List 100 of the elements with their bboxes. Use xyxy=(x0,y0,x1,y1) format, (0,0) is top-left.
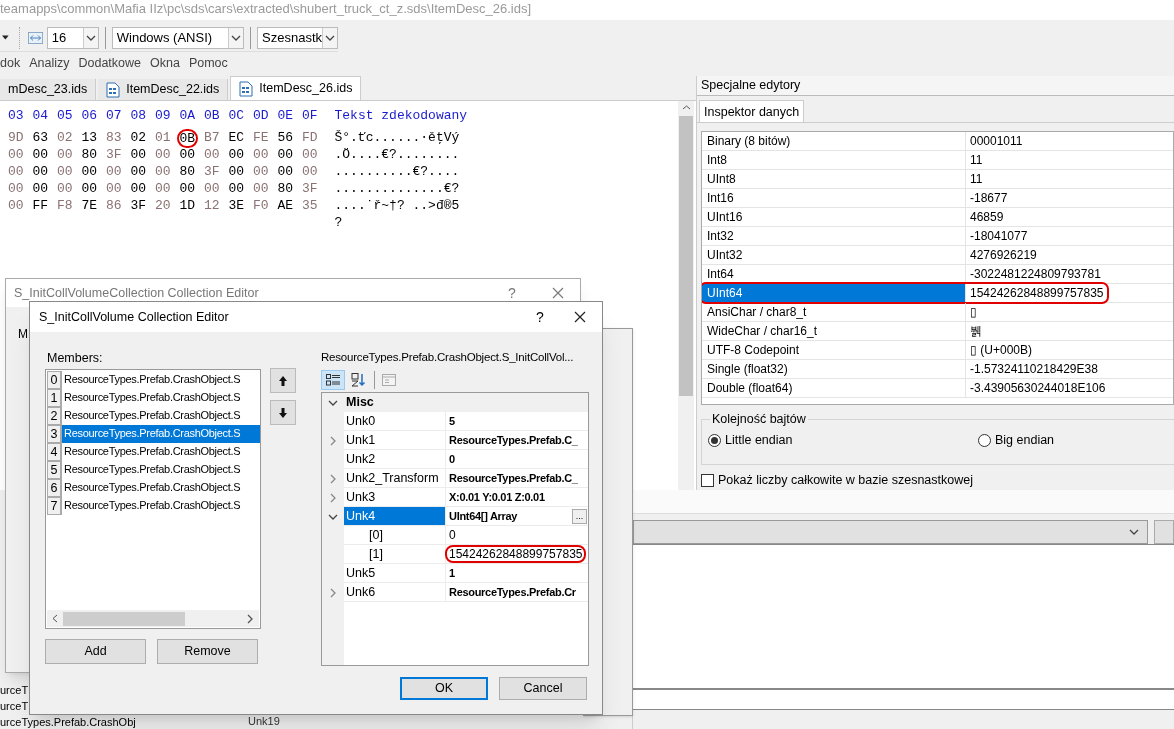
expand-icon[interactable] xyxy=(330,473,336,484)
ok-button[interactable]: OK xyxy=(400,677,488,700)
property-value: ResourceTypes.Prefab.C_ xyxy=(449,471,578,486)
input-field[interactable] xyxy=(633,688,1174,710)
field-name[interactable]: Int64 xyxy=(702,264,966,283)
collapse-icon[interactable] xyxy=(328,513,338,520)
members-list[interactable] xyxy=(45,369,261,629)
field-name[interactable]: UInt32 xyxy=(702,245,966,264)
property-name[interactable]: Unk0 xyxy=(344,412,446,431)
field-name[interactable]: WideChar / char16_t xyxy=(702,321,966,340)
field-name[interactable]: AnsiChar / char8_t xyxy=(702,302,966,321)
menu-item[interactable]: Analizy xyxy=(29,53,70,73)
expand-icon[interactable] xyxy=(330,492,336,503)
expand-icon[interactable] xyxy=(330,435,336,446)
hex-byte: 0B xyxy=(176,129,199,148)
help-button[interactable]: ? xyxy=(508,282,552,304)
field-name[interactable]: Single (float32) xyxy=(702,359,966,378)
help-button[interactable]: ? xyxy=(536,306,574,328)
list-item[interactable]: ResourceTypes.Prefab.CrashObject.S xyxy=(62,479,260,497)
property-name[interactable]: Unk1 xyxy=(344,431,446,450)
list-item[interactable]: ResourceTypes.Prefab.CrashObject.S xyxy=(62,443,260,461)
property-name[interactable]: Unk2 xyxy=(344,450,446,469)
hex-byte: 80 xyxy=(277,181,294,196)
field-value: -18677 xyxy=(969,189,1008,207)
list-item[interactable]: ResourceTypes.Prefab.CrashObject.S xyxy=(62,371,260,389)
horizontal-scrollbar[interactable] xyxy=(47,610,259,627)
ellipsis-button[interactable]: ... xyxy=(572,508,587,524)
list-item[interactable]: ResourceTypes.Prefab.CrashObject.S xyxy=(62,389,260,407)
radio-circle[interactable] xyxy=(708,434,721,448)
sort-alphabetical-icon[interactable] xyxy=(351,373,367,387)
arrow-up-icon xyxy=(278,374,288,387)
property-name[interactable]: [1] xyxy=(344,545,446,564)
add-button[interactable]: Add xyxy=(45,639,146,664)
hex-byte: 00 xyxy=(253,181,269,196)
column-header: 06 xyxy=(81,107,99,125)
menu-item[interactable]: Dodatkowe xyxy=(78,53,141,73)
combo-box[interactable]: Szesnastk xyxy=(257,26,338,49)
chevron-down-icon xyxy=(231,34,242,41)
hex-byte: 00 xyxy=(8,198,24,213)
field-name[interactable]: UTF-8 Codepoint xyxy=(702,340,966,359)
file-tab[interactable]: mDesc_23.ids xyxy=(0,79,97,100)
hex-byte: 20 xyxy=(155,198,171,213)
property-name[interactable]: Unk4 xyxy=(344,507,446,526)
hex-byte: 3F xyxy=(302,181,318,196)
hex-byte: 00 xyxy=(155,147,171,162)
property-value: 0 xyxy=(449,452,455,467)
combo-box[interactable]: Windows (ANSI) xyxy=(111,26,245,49)
close-icon[interactable] xyxy=(574,311,586,323)
expand-icon[interactable] xyxy=(330,587,336,598)
file-tab[interactable]: ItemDesc_22.ids xyxy=(98,79,229,100)
property-value: UInt64[] Array xyxy=(449,509,518,524)
list-item[interactable]: ResourceTypes.Prefab.CrashObject.S xyxy=(62,497,260,515)
hex-byte: 00 xyxy=(106,164,122,179)
combo-box[interactable]: 16 xyxy=(46,26,99,49)
hex-byte: 00 xyxy=(57,181,73,196)
field-name[interactable]: Double (float64) xyxy=(702,378,966,397)
scroll-left-icon[interactable] xyxy=(52,614,58,623)
remove-button[interactable]: Remove xyxy=(157,639,258,664)
radio-button[interactable]: Little endian xyxy=(708,431,978,451)
field-name[interactable]: Int32 xyxy=(702,226,966,245)
menu-item[interactable]: Pomoc xyxy=(188,53,228,73)
scroll-right-icon[interactable] xyxy=(247,613,253,624)
file-tab[interactable]: ItemDesc_26.ids xyxy=(230,76,362,100)
hex-byte: 00 xyxy=(302,147,318,162)
cancel-button[interactable]: Cancel xyxy=(499,677,587,700)
hex-byte: 00 xyxy=(32,147,49,162)
property-name[interactable]: [0] xyxy=(344,526,446,545)
column-header: 0F xyxy=(302,107,319,125)
list-item[interactable]: ResourceTypes.Prefab.CrashObject.S xyxy=(62,425,260,443)
list-item-text: urceTypes.Prefab.CrashObj xyxy=(0,716,136,729)
list-item[interactable]: ResourceTypes.Prefab.CrashObject.S xyxy=(62,461,260,479)
category-label[interactable]: Misc xyxy=(344,393,374,412)
scrollbar[interactable] xyxy=(678,101,694,490)
list-item[interactable]: ResourceTypes.Prefab.CrashObject.S xyxy=(62,407,260,425)
menu-item[interactable]: Okna xyxy=(150,53,180,73)
radio-button[interactable]: Big endian xyxy=(978,431,1055,451)
property-name[interactable]: Unk5 xyxy=(344,564,446,583)
field-name[interactable]: UInt16 xyxy=(702,207,966,226)
hex-byte: 56 xyxy=(277,130,294,145)
checkbox[interactable]: Pokaż liczby całkowite w bazie szesnastkowej xyxy=(701,471,1174,490)
dropdown-arrow-icon[interactable] xyxy=(2,35,9,40)
column-header: 0B xyxy=(204,107,221,125)
collapse-icon[interactable] xyxy=(328,399,338,406)
move-up-button[interactable] xyxy=(270,368,296,393)
scroll-up-icon[interactable] xyxy=(681,105,691,110)
field-name[interactable]: Int8 xyxy=(702,150,966,169)
field-name[interactable]: Int16 xyxy=(702,188,966,207)
property-name[interactable]: Unk6 xyxy=(344,583,446,602)
menu-item[interactable]: dok xyxy=(0,53,21,73)
move-down-button[interactable] xyxy=(270,400,296,425)
property-name[interactable]: Unk2_Transform xyxy=(344,469,446,488)
field-name[interactable]: UInt8 xyxy=(702,169,966,188)
hex-byte: FD xyxy=(302,130,318,145)
hex-byte: B7 xyxy=(204,130,220,145)
categorized-button[interactable] xyxy=(321,370,345,390)
field-name[interactable]: Binary (8 bitów) xyxy=(702,131,966,150)
panel-tab[interactable]: Inspektor danych xyxy=(699,99,805,122)
field-value: 00001011 xyxy=(969,132,1023,150)
field-value: 46859 xyxy=(969,208,1004,226)
hex-byte: 13 xyxy=(81,130,98,145)
